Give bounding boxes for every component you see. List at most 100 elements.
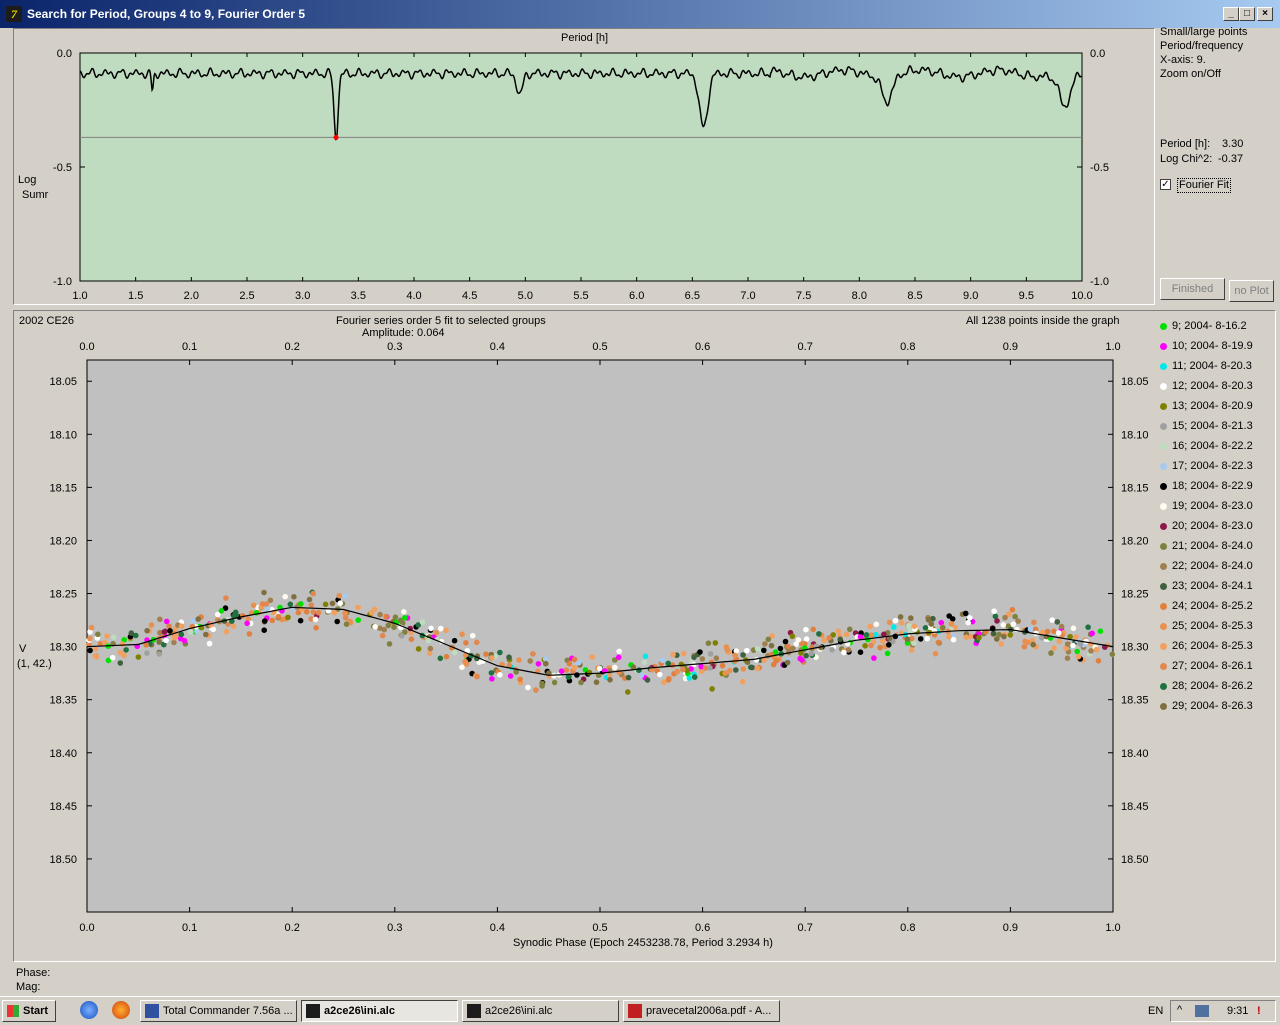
data-point (385, 622, 392, 629)
lightcurve-chart[interactable]: 0.0 0.0 0.1 0.1 0.2 0.2 0.3 0.3 0.4 0.4 0.5 0.5 0.6 0… (0, 0, 1280, 990)
data-point (612, 664, 618, 671)
data-point (190, 618, 196, 624)
data-point (712, 640, 719, 646)
legend-label: 19; 2004- 8-23.0 (1172, 500, 1253, 512)
data-point (206, 640, 213, 647)
data-point (401, 609, 407, 615)
x-tick-label-top: 0.9 (1003, 341, 1018, 353)
data-point (904, 636, 911, 642)
x-tick-label: 0.8 (900, 922, 915, 934)
task-total-commander[interactable]: Total Commander 7.56a ... (140, 1000, 297, 1022)
data-point (372, 624, 378, 630)
start-button[interactable]: Start (2, 1000, 56, 1022)
data-point (1002, 614, 1008, 621)
x-tick-label-top: 0.2 (285, 341, 300, 353)
data-point (784, 659, 791, 666)
y-tick-label: 18.05 (49, 376, 77, 388)
y-tick-label: 18.20 (49, 535, 77, 547)
task-ini-alc[interactable]: a2ce26\ini.alc (462, 1000, 619, 1022)
legend-dot-icon (1160, 643, 1167, 650)
windows-logo-icon (7, 1005, 19, 1017)
data-point (163, 618, 170, 625)
legend-dot-icon (1160, 603, 1167, 610)
data-point (558, 668, 565, 674)
data-point (1027, 626, 1034, 632)
y-tick-label: 18.50 (49, 854, 77, 866)
y-tick-label: 18.45 (49, 801, 77, 813)
data-point (615, 654, 622, 661)
data-point (1089, 630, 1095, 637)
firefox-icon[interactable] (112, 1001, 130, 1019)
data-point (563, 667, 570, 673)
data-point (262, 618, 268, 624)
data-point (1070, 625, 1077, 632)
floppy-icon (145, 1004, 159, 1018)
data-point (754, 665, 760, 672)
legend-dot-icon (1160, 683, 1167, 690)
data-point (377, 611, 383, 618)
data-point (740, 666, 747, 672)
y-tick-label-right: 18.45 (1121, 801, 1149, 813)
data-point (263, 601, 270, 607)
data-point (451, 649, 458, 656)
x-tick-label: 0.2 (285, 922, 300, 934)
data-point (408, 636, 415, 642)
data-point (1001, 633, 1007, 640)
data-point (117, 660, 124, 666)
x-tick-label: 0.7 (798, 922, 813, 934)
data-point (659, 657, 666, 664)
data-point (886, 619, 893, 626)
data-point (574, 672, 580, 678)
data-point (575, 660, 582, 666)
data-point (892, 617, 899, 624)
warning-icon[interactable]: ! (1257, 1005, 1261, 1017)
legend-label: 23; 2004- 8-24.1 (1172, 580, 1253, 592)
data-point (1044, 628, 1051, 635)
data-point (892, 633, 899, 640)
data-point (670, 651, 676, 658)
task-label: Total Commander 7.56a ... (163, 1005, 293, 1017)
data-point (1093, 646, 1100, 653)
network-icon[interactable] (1195, 1005, 1209, 1017)
data-point (210, 626, 216, 633)
data-point (533, 687, 539, 693)
data-point (433, 629, 440, 636)
data-point (821, 637, 827, 644)
data-point (765, 636, 772, 643)
data-point (898, 619, 905, 626)
data-point (128, 630, 135, 636)
data-point (795, 637, 802, 643)
data-point (906, 622, 912, 629)
tray-expand-icon[interactable]: ^ (1177, 1004, 1182, 1016)
data-point (530, 651, 536, 657)
data-point (313, 625, 319, 631)
data-point (665, 677, 672, 683)
data-point (250, 602, 257, 609)
data-point (291, 594, 297, 600)
data-point (641, 659, 648, 665)
data-point (539, 683, 545, 689)
data-point (285, 614, 291, 621)
data-point (109, 654, 116, 661)
x-tick-label-top: 1.0 (1105, 341, 1120, 353)
data-point (642, 653, 649, 659)
data-point (336, 592, 343, 599)
language-indicator[interactable]: EN (1148, 1005, 1163, 1018)
data-point (897, 614, 904, 620)
ie-icon[interactable] (80, 1001, 98, 1019)
data-point (459, 631, 465, 638)
lightcurve-xlabel: Synodic Phase (Epoch 2453238.78, Period … (513, 937, 773, 949)
task-ini-alc-active[interactable]: a2ce26\ini.alc (301, 1000, 458, 1022)
task-pdf[interactable]: pravecetal2006a.pdf - A... (623, 1000, 780, 1022)
data-point (92, 653, 98, 659)
data-point (962, 610, 969, 617)
legend-label: 15; 2004- 8-21.3 (1172, 420, 1253, 432)
legend-dot-icon (1160, 443, 1167, 450)
legend-label: 22; 2004- 8-24.0 (1172, 560, 1253, 572)
data-point (223, 628, 230, 635)
data-point (1075, 653, 1082, 660)
y-tick-label-right: 18.30 (1121, 642, 1149, 654)
data-point (996, 631, 1002, 638)
data-point (665, 660, 671, 667)
legend-dot-icon (1160, 503, 1167, 510)
